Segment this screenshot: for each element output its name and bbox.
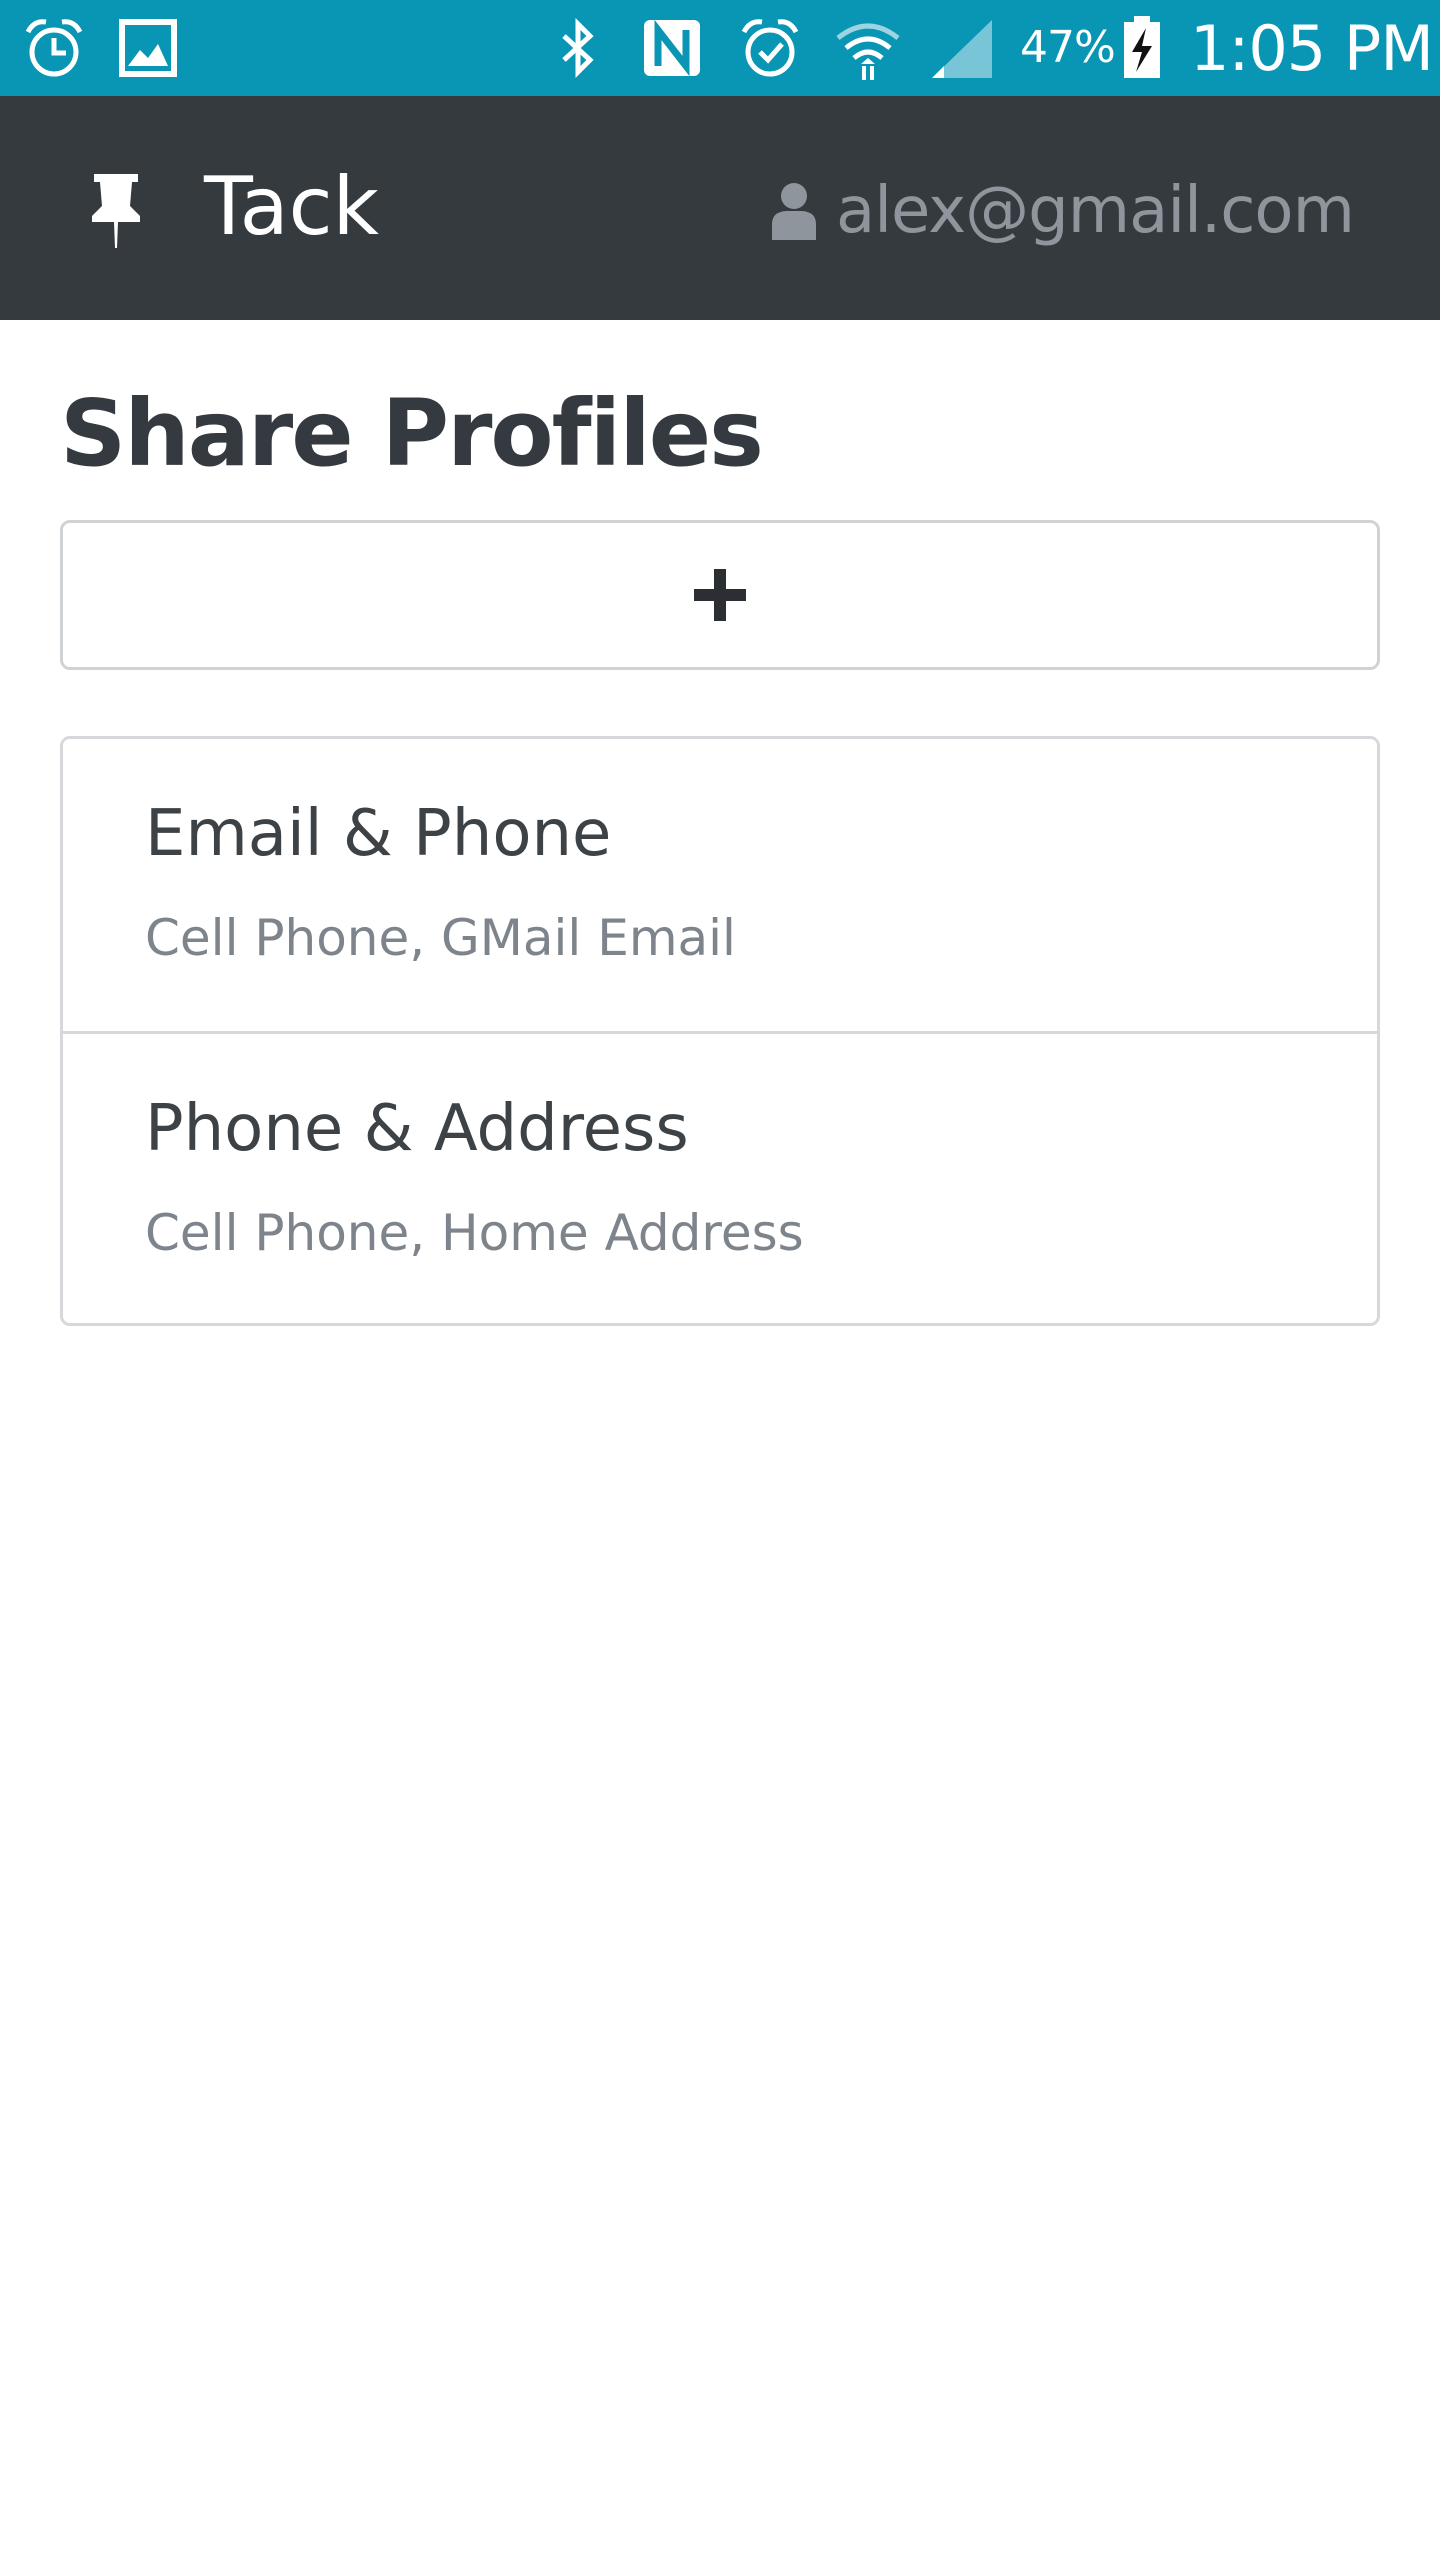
plus-icon: [694, 569, 746, 621]
signal-icon: [932, 20, 992, 78]
wifi-icon: [836, 23, 900, 80]
app-bar: Tack alex@gmail.com: [0, 96, 1440, 320]
user-email: alex@gmail.com: [836, 174, 1355, 248]
profile-name: Email & Phone: [145, 797, 612, 871]
profile-name: Phone & Address: [145, 1092, 689, 1166]
page-title: Share Profiles: [60, 380, 764, 487]
user-icon: [772, 183, 816, 240]
profile-list: Email & Phone Cell Phone, GMail Email Ph…: [60, 736, 1380, 1326]
user-account[interactable]: alex@gmail.com: [770, 166, 1355, 256]
brand-name[interactable]: Tack: [204, 160, 379, 253]
battery-percent: 47%: [1020, 22, 1116, 73]
list-item[interactable]: Email & Phone Cell Phone, GMail Email: [63, 739, 1377, 1031]
status-time: 1:05 PM: [1190, 12, 1434, 85]
profile-fields: Cell Phone, GMail Email: [145, 909, 736, 967]
status-bar: 47% 1:05 PM: [0, 0, 1440, 96]
nfc-icon: [644, 19, 700, 77]
pushpin-icon[interactable]: [86, 168, 146, 248]
alarm-check-icon: [741, 19, 799, 77]
list-item[interactable]: Phone & Address Cell Phone, Home Address: [63, 1031, 1377, 1323]
gallery-icon: [119, 19, 177, 77]
add-profile-button[interactable]: [60, 520, 1380, 670]
profile-fields: Cell Phone, Home Address: [145, 1204, 804, 1262]
alarm-icon: [25, 19, 83, 77]
bluetooth-icon: [562, 17, 594, 79]
battery-charging-icon: [1124, 16, 1160, 78]
